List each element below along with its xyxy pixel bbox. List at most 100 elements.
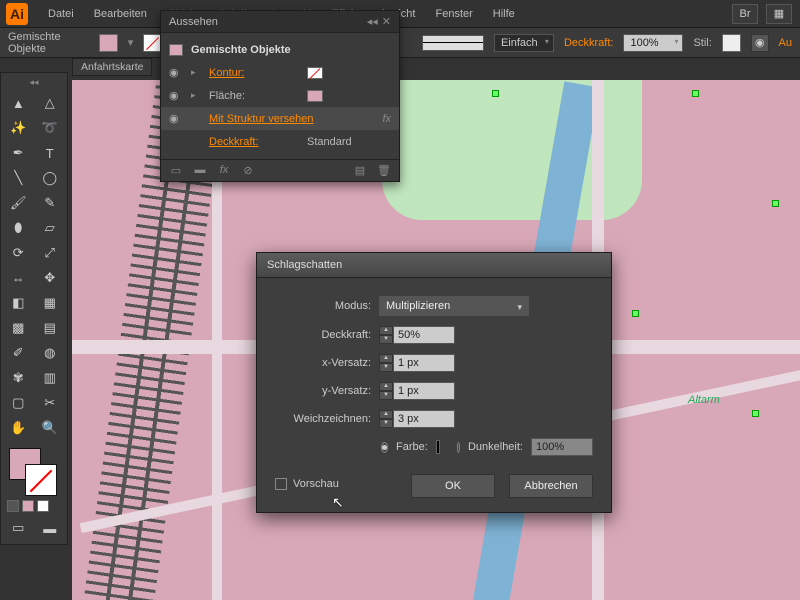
stepper-up-icon[interactable]: ▲: [379, 326, 393, 335]
style-swatch[interactable]: [722, 34, 741, 52]
shadow-color-swatch[interactable]: [436, 440, 440, 454]
dialog-title[interactable]: Schlagschatten: [257, 253, 611, 278]
selection-handle[interactable]: [692, 90, 699, 97]
graph-tool[interactable]: ▥: [35, 366, 66, 390]
stepper-up-icon[interactable]: ▲: [379, 410, 393, 419]
x-offset-input[interactable]: [393, 354, 455, 372]
stroke-swatch[interactable]: [307, 67, 323, 79]
shape-tool[interactable]: ◯: [35, 166, 66, 190]
visibility-icon[interactable]: ◉: [169, 89, 183, 102]
blend-tool[interactable]: ◍: [35, 341, 66, 365]
blob-brush-tool[interactable]: ⬮: [3, 216, 34, 240]
symbol-sprayer-tool[interactable]: ✾: [3, 366, 34, 390]
menu-file[interactable]: Datei: [40, 4, 82, 24]
new-fill-icon[interactable]: ▬: [191, 164, 209, 177]
type-tool[interactable]: T: [35, 141, 66, 165]
stroke-style[interactable]: [422, 35, 484, 51]
mesh-tool[interactable]: ▩: [3, 316, 34, 340]
preview-checkbox[interactable]: [275, 478, 287, 490]
brush-tool[interactable]: 🖌: [3, 191, 34, 215]
stroke-style-dd[interactable]: Einfach: [494, 34, 554, 52]
panel-close-icon[interactable]: ✕: [382, 15, 391, 28]
fill-swatch[interactable]: [99, 34, 118, 52]
line-tool[interactable]: ╲: [3, 166, 34, 190]
eraser-tool[interactable]: ▱: [35, 216, 66, 240]
selection-label: Gemischte Objekte: [8, 31, 89, 55]
slice-tool[interactable]: ✂: [35, 391, 66, 415]
panel-tab[interactable]: Aussehen ◂◂✕: [161, 11, 399, 33]
opacity-value[interactable]: 100%: [623, 34, 683, 52]
color-label: Farbe:: [396, 441, 428, 453]
expand-icon[interactable]: ▸: [191, 67, 201, 78]
rotate-tool[interactable]: ⟳: [3, 241, 34, 265]
width-tool[interactable]: ⇔: [3, 266, 34, 290]
lasso-tool[interactable]: ➰: [35, 116, 66, 140]
artboard-tool[interactable]: ▢: [3, 391, 34, 415]
stepper-up-icon[interactable]: ▲: [379, 354, 393, 363]
menu-edit[interactable]: Bearbeiten: [86, 4, 155, 24]
pencil-tool[interactable]: ✎: [35, 191, 66, 215]
darkness-radio[interactable]: [457, 442, 460, 453]
stepper-down-icon[interactable]: ▼: [379, 363, 393, 372]
screen-mode-normal[interactable]: ▭: [3, 516, 34, 540]
pen-tool[interactable]: ✒: [3, 141, 34, 165]
blur-input[interactable]: [393, 410, 455, 428]
selection-tool[interactable]: ▲: [3, 91, 34, 115]
zoom-tool[interactable]: 🔍: [35, 416, 66, 440]
delete-icon[interactable]: 🗑: [375, 164, 393, 177]
stepper-up-icon[interactable]: ▲: [379, 382, 393, 391]
expand-icon[interactable]: ▸: [191, 90, 201, 101]
appearance-panel: Aussehen ◂◂✕ Gemischte Objekte ◉ ▸ Kontu…: [160, 10, 400, 182]
opacity-label[interactable]: Deckkraft:: [564, 37, 614, 49]
stepper-down-icon[interactable]: ▼: [379, 419, 393, 428]
selection-handle[interactable]: [632, 310, 639, 317]
bridge-icon[interactable]: Br: [732, 4, 758, 24]
panel-collapse-icon[interactable]: ◂◂: [367, 15, 378, 28]
perspective-tool[interactable]: ▦: [35, 291, 66, 315]
fill-label[interactable]: Fläche:: [209, 90, 299, 102]
recolor-icon[interactable]: ◉: [751, 34, 769, 52]
stroke-color[interactable]: [25, 464, 57, 496]
new-stroke-icon[interactable]: ▭: [167, 164, 185, 177]
stepper-down-icon[interactable]: ▼: [379, 391, 393, 400]
menu-help[interactable]: Hilfe: [485, 4, 523, 24]
stepper-down-icon[interactable]: ▼: [379, 335, 393, 344]
opacity-label[interactable]: Deckkraft:: [209, 136, 299, 148]
doc-tab[interactable]: Anfahrtskarte: [72, 58, 152, 76]
toolbox-grip[interactable]: ◂◂: [3, 77, 65, 91]
scale-tool[interactable]: ⤢: [35, 241, 66, 265]
texture-effect[interactable]: Mit Struktur versehen: [209, 113, 374, 125]
selection-handle[interactable]: [772, 200, 779, 207]
ok-button[interactable]: OK: [411, 474, 495, 498]
stroke-label[interactable]: Kontur:: [209, 67, 299, 79]
fill-swatch[interactable]: [307, 90, 323, 102]
add-effect-icon[interactable]: fx: [215, 164, 233, 177]
visibility-icon[interactable]: ◉: [169, 66, 183, 79]
free-transform-tool[interactable]: ✥: [35, 266, 66, 290]
color-mode-solid[interactable]: [7, 500, 19, 512]
fx-icon[interactable]: fx: [382, 113, 391, 125]
selection-handle[interactable]: [492, 90, 499, 97]
cancel-button[interactable]: Abbrechen: [509, 474, 593, 498]
color-mode-none[interactable]: [37, 500, 49, 512]
visibility-icon[interactable]: ◉: [169, 112, 183, 125]
selection-handle[interactable]: [752, 410, 759, 417]
screen-mode-full[interactable]: ▬: [35, 516, 66, 540]
gradient-tool[interactable]: ▤: [35, 316, 66, 340]
magic-wand-tool[interactable]: ✨: [3, 116, 34, 140]
direct-selection-tool[interactable]: △: [35, 91, 66, 115]
duplicate-icon[interactable]: ▤: [351, 164, 369, 177]
color-radio[interactable]: [381, 442, 388, 453]
y-offset-input[interactable]: [393, 382, 455, 400]
mode-select[interactable]: Multiplizieren: [379, 296, 529, 316]
clear-icon[interactable]: ⊘: [239, 164, 257, 177]
au-label[interactable]: Au: [779, 37, 792, 49]
arrange-icon[interactable]: ▦: [766, 4, 792, 24]
shape-builder-tool[interactable]: ◧: [3, 291, 34, 315]
color-mode-gradient[interactable]: [22, 500, 34, 512]
opacity-value: Standard: [307, 136, 352, 148]
menu-window[interactable]: Fenster: [427, 4, 480, 24]
eyedropper-tool[interactable]: ✐: [3, 341, 34, 365]
hand-tool[interactable]: ✋: [3, 416, 34, 440]
opacity-input[interactable]: [393, 326, 455, 344]
